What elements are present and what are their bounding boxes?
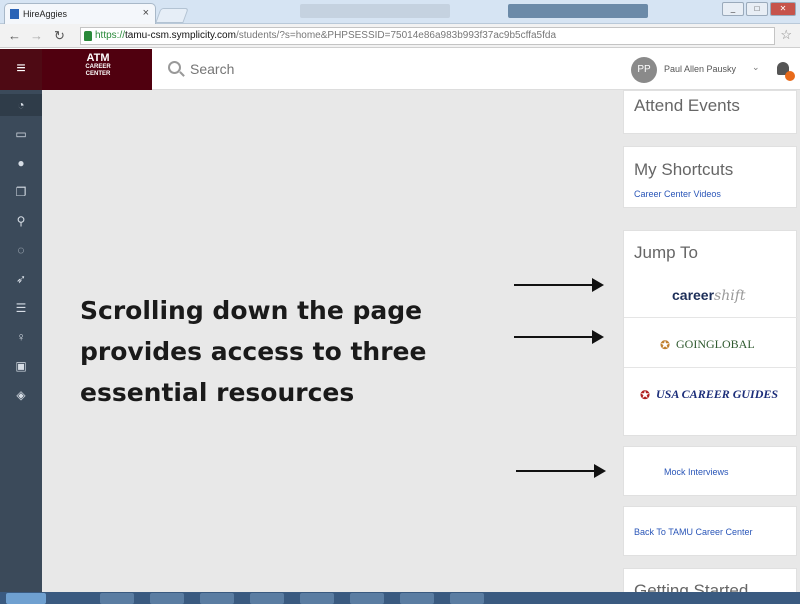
url-host: tamu-csm.symplicity.com: [125, 30, 236, 41]
browser-tab[interactable]: HireAggies ×: [4, 3, 156, 24]
divider: [624, 367, 798, 368]
arrow-icon: [516, 464, 606, 478]
shortcuts-card: My Shortcuts Career Center Videos: [623, 146, 797, 208]
background-window-bar: [508, 4, 648, 18]
maximize-button[interactable]: □: [746, 2, 768, 16]
background-window-bar: [300, 4, 450, 18]
shortcuts-heading: My Shortcuts: [634, 160, 734, 179]
lightbulb-icon[interactable]: ♀: [0, 326, 42, 348]
annotation-text: Scrolling down the page provides access …: [80, 296, 427, 407]
taskbar-app[interactable]: [350, 593, 384, 604]
tab-close-icon[interactable]: ×: [143, 7, 149, 19]
close-window-button[interactable]: ✕: [770, 2, 796, 16]
taskbar-app[interactable]: [150, 593, 184, 604]
reload-icon[interactable]: ↻: [54, 28, 65, 44]
main-content-area: Scrolling down the page provides access …: [42, 90, 615, 604]
forward-arrow-icon[interactable]: →: [30, 28, 43, 43]
back-to-tamu-card: Back To TAMU Career Center: [623, 506, 797, 556]
flag-icon: ✪: [640, 388, 651, 402]
chevron-down-icon[interactable]: ⌄: [752, 62, 760, 73]
taskbar-app[interactable]: [400, 593, 434, 604]
briefcase-icon[interactable]: ▭: [0, 123, 42, 145]
jump-to-heading: Jump To: [634, 243, 698, 262]
mock-interviews-link[interactable]: Mock Interviews: [664, 467, 729, 477]
favicon-icon: [10, 9, 19, 19]
info-icon[interactable]: ●: [0, 152, 42, 174]
browser-tab-bar: HireAggies × _ □ ✕: [0, 0, 800, 24]
url-scheme: https://: [95, 30, 126, 41]
attend-events-card: Attend Events: [623, 90, 797, 134]
chat-icon[interactable]: ◌: [0, 239, 42, 261]
hamburger-menu-icon[interactable]: ≡: [0, 49, 42, 90]
attend-events-heading[interactable]: Attend Events: [634, 96, 740, 116]
url-field[interactable]: https://tamu-csm.symplicity.com/students…: [80, 27, 775, 45]
back-to-tamu-link[interactable]: Back To TAMU Career Center: [634, 527, 753, 537]
taskbar-app[interactable]: [200, 593, 234, 604]
back-arrow-icon[interactable]: ←: [8, 28, 21, 43]
globe-icon: ✪: [660, 338, 671, 352]
arrow-icon: [514, 278, 604, 292]
tab-title: HireAggies: [23, 9, 68, 19]
minimize-button[interactable]: _: [722, 2, 744, 16]
taskbar-app[interactable]: [300, 593, 334, 604]
taskbar-app[interactable]: [450, 593, 484, 604]
start-button[interactable]: [6, 593, 46, 604]
brand-logo-area[interactable]: ATM CAREER CENTER: [42, 49, 152, 90]
bookmark-star-icon[interactable]: ☆: [780, 27, 792, 43]
graduation-cap-icon[interactable]: ◈: [0, 384, 42, 406]
career-center-logo: ATM CAREER CENTER: [85, 52, 111, 77]
right-sidebar: Attend Events My Shortcuts Career Center…: [615, 90, 800, 604]
career-center-videos-link[interactable]: Career Center Videos: [634, 189, 721, 199]
mock-interviews-card: Mock Interviews: [623, 446, 797, 496]
rocket-icon[interactable]: ➶: [0, 268, 42, 290]
avatar[interactable]: PP: [631, 57, 657, 83]
left-nav-rail: ◔ ▭ ● ❐ ⚲ ◌ ➶ ☰ ♀ ▣ ◈: [0, 90, 42, 604]
divider: [624, 317, 798, 318]
search-icon: [168, 61, 181, 74]
list-icon[interactable]: ☰: [0, 297, 42, 319]
user-name[interactable]: Paul Allen Pausky: [664, 64, 736, 74]
search-input[interactable]: [190, 58, 570, 80]
new-tab-button[interactable]: [155, 8, 189, 23]
window-controls: _ □ ✕: [722, 2, 796, 16]
taskbar-app[interactable]: [100, 593, 134, 604]
calendar-icon[interactable]: ▣: [0, 355, 42, 377]
jump-to-card: Jump To careershift ✪ GOINGLOBAL ✪ USA C…: [623, 230, 798, 436]
careershift-link[interactable]: careershift: [672, 287, 746, 304]
usa-career-guides-link[interactable]: USA CAREER GUIDES: [656, 387, 778, 402]
address-bar-row: ← → ↻ https://tamu-csm.symplicity.com/st…: [0, 24, 800, 48]
notification-badge: [785, 71, 795, 81]
dashboard-icon[interactable]: ◔: [0, 94, 42, 116]
arrow-icon: [514, 330, 604, 344]
documents-icon[interactable]: ❐: [0, 181, 42, 203]
lock-icon: [84, 31, 92, 41]
url-path: /students/?s=home&PHPSESSID=75014e86a983…: [235, 30, 557, 41]
signpost-icon[interactable]: ⚲: [0, 210, 42, 232]
app-header: ≡ ATM CAREER CENTER PP Paul Allen Pausky…: [0, 49, 800, 90]
os-taskbar: [0, 592, 800, 604]
goinglobal-link[interactable]: GOINGLOBAL: [676, 337, 755, 352]
taskbar-app[interactable]: [250, 593, 284, 604]
